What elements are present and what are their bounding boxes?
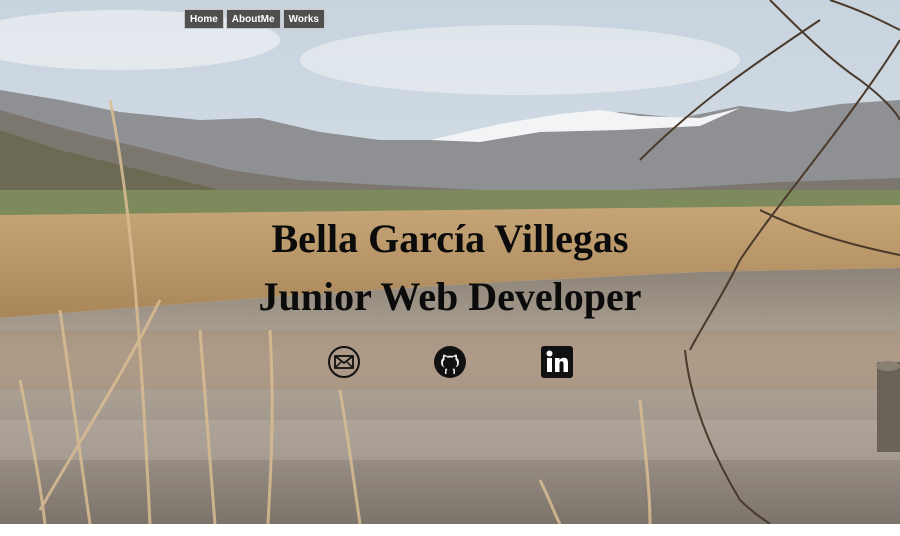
github-icon[interactable] [432,344,468,380]
nav-works-link[interactable]: Works [282,9,325,29]
hero-name: Bella García Villegas [271,216,629,261]
envelope-icon[interactable] [326,344,362,380]
linkedin-icon[interactable] [539,344,575,380]
nav-home-link[interactable]: Home [184,9,224,29]
hero-headline: Bella García Villegas Junior Web Develop… [0,210,900,326]
nav-aboutme-link[interactable]: AboutMe [225,9,281,29]
top-nav: Home AboutMe Works [184,9,325,29]
social-links [0,344,900,384]
hero-role: Junior Web Developer [258,274,642,319]
